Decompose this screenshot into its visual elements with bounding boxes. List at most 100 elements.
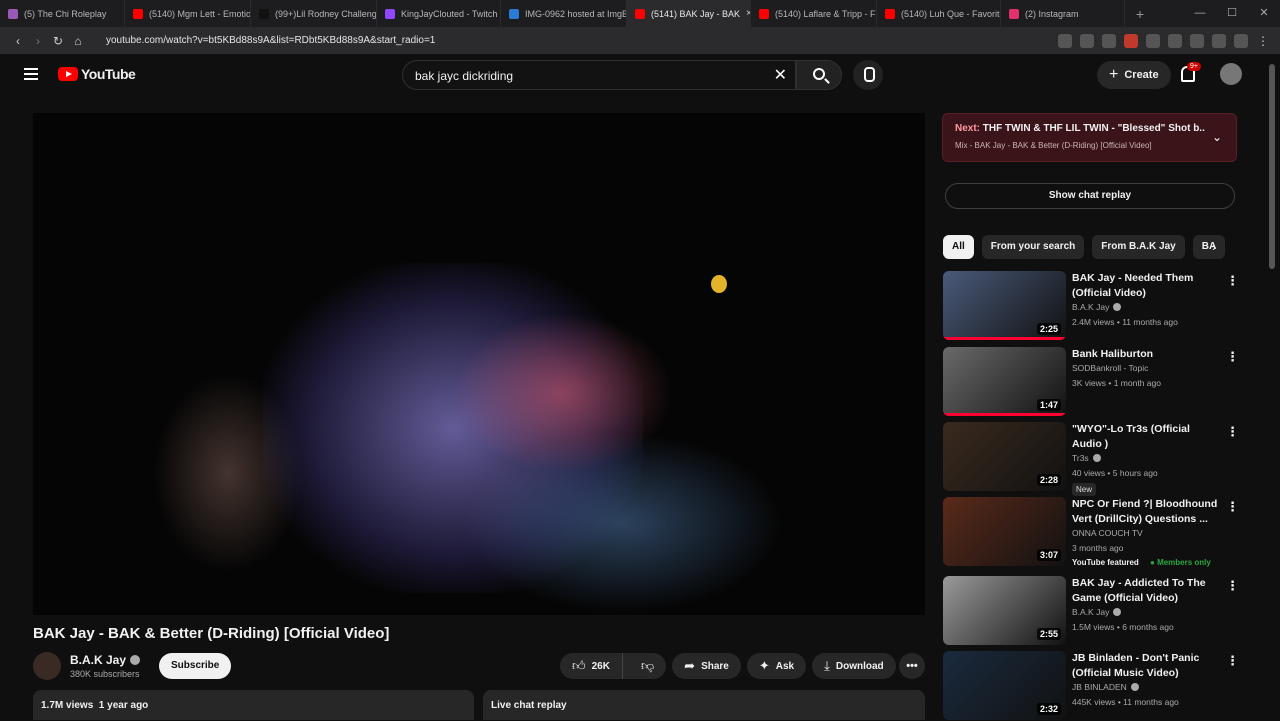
- live-chat-replay-box[interactable]: Live chat replay: [483, 690, 925, 720]
- browser-tab[interactable]: (5) The Chi Roleplay: [0, 0, 125, 27]
- recommendation-title[interactable]: BAK Jay - Addicted To The Game (Official…: [1072, 576, 1222, 606]
- logo-text: YouTube: [81, 66, 136, 82]
- extension-icon[interactable]: [1168, 33, 1182, 48]
- browser-tab[interactable]: KingJayClouted - Twitch: [377, 0, 501, 27]
- minimize-icon[interactable]: —: [1184, 0, 1216, 27]
- extension-icon[interactable]: [1080, 33, 1094, 48]
- like-dislike-group: 👍︎ 26K 👎︎: [560, 653, 667, 679]
- recommendation-item[interactable]: 3:07 NPC Or Fiend ?| Bloodhound Vert (Dri…: [943, 497, 1243, 567]
- video-thumbnail[interactable]: 2:55: [943, 576, 1066, 645]
- scrollbar-thumb[interactable]: [1269, 64, 1275, 269]
- url-field[interactable]: youtube.com/watch?v=bt5KBd88s9A&list=RDb…: [106, 35, 435, 46]
- back-icon[interactable]: ‹: [8, 34, 28, 48]
- channel-text[interactable]: ONNA COUCH TV: [1072, 528, 1143, 538]
- more-options-icon[interactable]: ⋮: [1226, 349, 1239, 365]
- ask-button[interactable]: ✦ Ask: [746, 653, 807, 679]
- recommendation-title[interactable]: "WYO"-Lo Tr3s (Official Audio ): [1072, 422, 1222, 452]
- video-thumbnail[interactable]: 3:07: [943, 497, 1066, 566]
- share-button[interactable]: ➦ Share: [672, 653, 741, 679]
- browser-tab[interactable]: (99+)Lil Rodney Challeng: [251, 0, 377, 27]
- recommendation-item[interactable]: 1:47 Bank Haliburton SODBankroll - Topic 3K…: [943, 347, 1243, 417]
- new-tab-button[interactable]: +: [1125, 6, 1155, 22]
- browser-tab[interactable]: (5140) Laflare & Tripp - F: [751, 0, 877, 27]
- voice-search-icon[interactable]: [853, 60, 883, 90]
- channel-text[interactable]: B.A.K Jay: [1072, 607, 1109, 617]
- recommendation-channel[interactable]: Tr3s: [1072, 453, 1101, 463]
- channel-text[interactable]: SODBankroll - Topic: [1072, 363, 1148, 373]
- browser-tab[interactable]: (5140) Luh Que - Favorite: [877, 0, 1001, 27]
- search-button[interactable]: [796, 60, 842, 90]
- recommendation-title[interactable]: BAK Jay - Needed Them (Official Video): [1072, 271, 1222, 301]
- chevron-down-icon[interactable]: ⌄: [1212, 130, 1222, 144]
- watch-progress-bar: [943, 413, 1066, 416]
- video-player[interactable]: [33, 113, 925, 615]
- up-next-banner[interactable]: Next: THF TWIN & THF LIL TWIN - "Blessed…: [942, 113, 1237, 162]
- filter-chip[interactable]: BA: [1192, 235, 1226, 259]
- tab-label: (2) Instagram: [1025, 8, 1079, 19]
- reload-icon[interactable]: ↻: [48, 34, 68, 48]
- more-actions-button[interactable]: •••: [899, 653, 925, 679]
- channel-name-text[interactable]: B.A.K Jay: [70, 653, 126, 667]
- browser-tab[interactable]: IMG-0962 hosted at ImgB: [501, 0, 627, 27]
- more-options-icon[interactable]: ⋮: [1226, 653, 1239, 669]
- more-options-icon[interactable]: ⋮: [1226, 499, 1239, 515]
- recommendation-title[interactable]: JB Binladen - Don't Panic (Official Musi…: [1072, 651, 1222, 681]
- download-button[interactable]: ⤓ Download: [812, 653, 896, 679]
- filter-chip[interactable]: All: [943, 235, 974, 259]
- recommendation-item[interactable]: 2:32 JB Binladen - Don't Panic (Official …: [943, 651, 1243, 721]
- filter-chip[interactable]: From your search: [981, 235, 1085, 259]
- maximize-icon[interactable]: ☐: [1216, 0, 1248, 27]
- filter-chip[interactable]: From B.A.K Jay: [1092, 235, 1185, 259]
- channel-text[interactable]: JB BINLADEN: [1072, 682, 1127, 692]
- chevron-right-icon[interactable]: ›: [1212, 239, 1216, 254]
- subscribe-button[interactable]: Subscribe: [159, 653, 232, 679]
- more-options-icon[interactable]: ⋮: [1226, 424, 1239, 440]
- show-chat-replay-button[interactable]: Show chat replay: [945, 183, 1235, 209]
- channel-avatar[interactable]: [33, 652, 61, 680]
- extension-icon[interactable]: [1124, 33, 1138, 48]
- verified-icon: [1092, 454, 1101, 462]
- hamburger-menu-icon[interactable]: [24, 68, 38, 80]
- channel-text[interactable]: Tr3s: [1072, 453, 1089, 463]
- recommendation-channel[interactable]: SODBankroll - Topic: [1072, 363, 1148, 373]
- browser-tab[interactable]: (5140) Mgm Lett - Emotio: [125, 0, 251, 27]
- recommendation-title[interactable]: Bank Haliburton: [1072, 347, 1222, 362]
- extension-icon[interactable]: [1190, 33, 1204, 48]
- recommendation-item[interactable]: 2:28 "WYO"-Lo Tr3s (Official Audio ) Tr3s 4…: [943, 422, 1243, 496]
- recommendation-channel[interactable]: B.A.K Jay: [1072, 607, 1122, 617]
- dislike-button[interactable]: 👎︎: [629, 658, 666, 674]
- extension-icon[interactable]: [1058, 33, 1072, 48]
- page-scrollbar[interactable]: [1266, 54, 1280, 720]
- recommendation-channel[interactable]: B.A.K Jay: [1072, 302, 1122, 312]
- video-thumbnail[interactable]: 2:25: [943, 271, 1066, 340]
- video-thumbnail[interactable]: 2:32: [943, 651, 1066, 720]
- clear-search-icon[interactable]: ✕: [774, 65, 787, 85]
- extension-icon[interactable]: [1102, 33, 1116, 48]
- extension-icon[interactable]: [1146, 33, 1160, 48]
- search-input[interactable]: bak jayc dickriding ✕: [402, 60, 796, 90]
- recommendation-channel[interactable]: ONNA COUCH TV: [1072, 528, 1143, 538]
- extension-icon[interactable]: [1212, 33, 1226, 48]
- video-thumbnail[interactable]: 2:28: [943, 422, 1066, 491]
- forward-icon[interactable]: ›: [28, 34, 48, 48]
- browser-tab[interactable]: (2) Instagram: [1001, 0, 1125, 27]
- recommendation-item[interactable]: 2:55 BAK Jay - Addicted To The Game (Offi…: [943, 576, 1243, 646]
- more-options-icon[interactable]: ⋮: [1226, 578, 1239, 594]
- video-thumbnail[interactable]: 1:47: [943, 347, 1066, 416]
- more-options-icon[interactable]: ⋮: [1226, 273, 1239, 289]
- menu-icon[interactable]: ⋮: [1256, 34, 1270, 48]
- recommendation-title[interactable]: NPC Or Fiend ?| Bloodhound Vert (DrillCi…: [1072, 497, 1222, 527]
- description-box[interactable]: 1.7M views 1 year ago: [33, 690, 474, 720]
- recommendation-channel[interactable]: JB BINLADEN: [1072, 682, 1139, 692]
- extension-icon[interactable]: [1234, 33, 1248, 48]
- recommendation-item[interactable]: 2:25 BAK Jay - Needed Them (Official Vide…: [943, 271, 1243, 341]
- create-button[interactable]: + Create: [1097, 61, 1171, 89]
- account-avatar[interactable]: [1220, 63, 1242, 85]
- browser-tab[interactable]: (5141) BAK Jay - BAK×: [627, 0, 751, 27]
- bookmark-icon[interactable]: ⌂: [68, 34, 88, 48]
- channel-text[interactable]: B.A.K Jay: [1072, 302, 1109, 312]
- channel-name[interactable]: B.A.K Jay: [70, 653, 141, 667]
- youtube-logo[interactable]: YouTube: [58, 66, 136, 82]
- close-window-icon[interactable]: ✕: [1248, 0, 1280, 27]
- like-button[interactable]: 👍︎ 26K: [560, 653, 623, 679]
